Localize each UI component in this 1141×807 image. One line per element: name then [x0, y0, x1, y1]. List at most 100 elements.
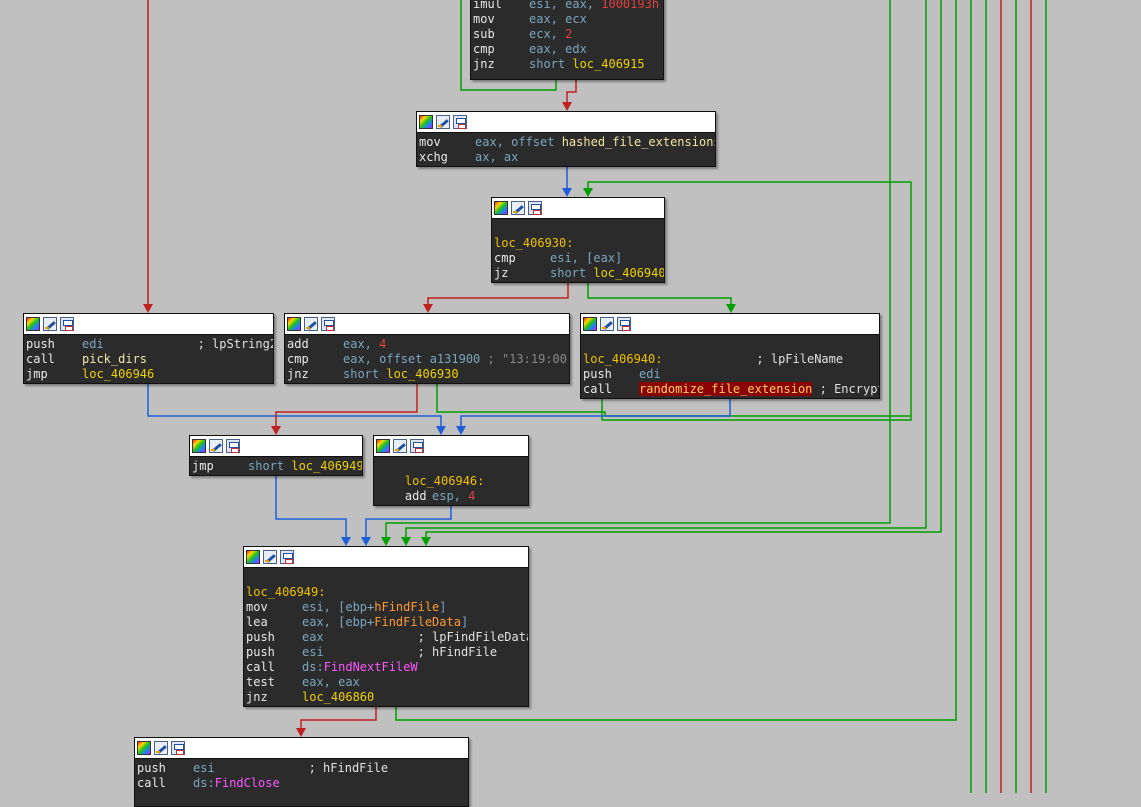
- asm-line[interactable]: [583, 337, 877, 352]
- asm-line[interactable]: call ds:FindNextFileW: [246, 660, 526, 675]
- asm-operand[interactable]: loc_406949: [291, 459, 362, 473]
- edge-n7-to-n9[interactable]: [275, 476, 347, 537]
- rename-icon[interactable]: [43, 317, 57, 331]
- graph-icon[interactable]: [617, 317, 631, 331]
- asm-line[interactable]: test eax, eax: [246, 675, 526, 690]
- asm-line[interactable]: loc_406930:: [494, 236, 662, 251]
- asm-line[interactable]: sub ecx, 2: [473, 27, 661, 42]
- asm-line[interactable]: push edi: [583, 367, 877, 382]
- asm-label[interactable]: loc_406930:: [494, 236, 573, 250]
- code-block-add-eax[interactable]: add eax, 4 cmp eax, offset a131900 ; "13:19…: [284, 313, 570, 384]
- asm-line[interactable]: xchg ax, ax: [419, 150, 713, 165]
- asm-line[interactable]: loc_406940: ; lpFileName: [583, 352, 877, 367]
- asm-line[interactable]: add eax, 4: [287, 337, 567, 352]
- asm-line[interactable]: [376, 459, 526, 474]
- graph-icon[interactable]: [60, 317, 74, 331]
- edge-arrowhead: [143, 304, 153, 313]
- rename-icon[interactable]: [511, 201, 525, 215]
- rename-icon[interactable]: [263, 550, 277, 564]
- rename-icon[interactable]: [393, 439, 407, 453]
- code-block-jmp-406949[interactable]: jmp short loc_406949: [189, 435, 363, 476]
- code-block-loc-406949[interactable]: loc_406949: mov esi, [ebp+hFindFile] lea eax…: [243, 546, 529, 707]
- asm-label[interactable]: loc_406949:: [246, 585, 325, 599]
- rename-icon[interactable]: [154, 741, 168, 755]
- palette-icon[interactable]: [287, 317, 301, 331]
- asm-line[interactable]: jmp loc_406946: [26, 367, 271, 382]
- code-block-imul[interactable]: imul esi, eax, 1000193h mov eax, ecx sub ecx,…: [470, 0, 664, 80]
- rename-icon[interactable]: [436, 115, 450, 129]
- asm-operand[interactable]: FindFileData: [374, 615, 461, 629]
- graph-icon[interactable]: [171, 741, 185, 755]
- asm-line[interactable]: mov eax, offset hashed_file_extensions: [419, 135, 715, 150]
- asm-line[interactable]: call randomize_file_extension ; Encrypt: [583, 382, 879, 397]
- rename-icon[interactable]: [600, 317, 614, 331]
- asm-line[interactable]: lea eax, [ebp+FindFileData]: [246, 615, 526, 630]
- code-block-hashed-extensions[interactable]: mov eax, offset hashed_file_extensions xch…: [416, 111, 716, 167]
- asm-line[interactable]: jnz short loc_406915: [473, 57, 661, 72]
- asm-line[interactable]: cmp esi, [eax]: [494, 251, 662, 266]
- graph-icon[interactable]: [528, 201, 542, 215]
- palette-icon[interactable]: [376, 439, 390, 453]
- asm-line[interactable]: jmp short loc_406949: [192, 459, 362, 474]
- palette-icon[interactable]: [583, 317, 597, 331]
- asm-operand[interactable]: loc_406940: [593, 266, 664, 280]
- palette-icon[interactable]: [137, 741, 151, 755]
- asm-operand[interactable]: loc_406915: [572, 57, 644, 71]
- code-block-loc-406940[interactable]: loc_406940: ; lpFileName push edi call rando…: [580, 313, 880, 399]
- graph-icon[interactable]: [453, 115, 467, 129]
- edge-n3-to-n5[interactable]: [427, 283, 569, 304]
- graph-icon[interactable]: [321, 317, 335, 331]
- asm-label[interactable]: loc_406940:: [583, 352, 662, 366]
- asm-label[interactable]: loc_406946:: [376, 474, 484, 488]
- palette-icon[interactable]: [246, 550, 260, 564]
- edge-n9-to-n10[interactable]: [300, 707, 377, 728]
- asm-line[interactable]: push esi ; hFindFile: [246, 645, 526, 660]
- asm-operand[interactable]: pick_dirs: [82, 352, 147, 366]
- asm-line[interactable]: add esp, 4: [376, 489, 526, 504]
- palette-icon[interactable]: [419, 115, 433, 129]
- asm-operand[interactable]: FindClose: [215, 776, 280, 790]
- asm-operand[interactable]: loc_406946: [82, 367, 154, 381]
- edge-n3-to-n6[interactable]: [587, 283, 732, 304]
- asm-line[interactable]: call ds:FindClose: [137, 776, 466, 791]
- asm-line[interactable]: jz short loc_406940: [494, 266, 664, 281]
- asm-line[interactable]: jnz short loc_406930: [287, 367, 567, 382]
- asm-operand[interactable]: loc_406930: [386, 367, 458, 381]
- asm-line[interactable]: cmp eax, offset a131900 ; "13:19:00": [287, 352, 569, 367]
- asm-line[interactable]: [246, 570, 526, 585]
- asm-line[interactable]: mov eax, ecx: [473, 12, 661, 27]
- edge-n5-to-n7[interactable]: [275, 384, 418, 426]
- asm-line[interactable]: [494, 221, 662, 236]
- graph-icon[interactable]: [280, 550, 294, 564]
- asm-operand[interactable]: randomize_file_extension: [639, 382, 813, 396]
- graph-icon[interactable]: [226, 439, 240, 453]
- asm-mnemonic: mov: [419, 135, 441, 149]
- asm-line[interactable]: jnz loc_406860: [246, 690, 526, 705]
- asm-operand[interactable]: hFindFile: [374, 600, 439, 614]
- palette-icon[interactable]: [192, 439, 206, 453]
- asm-line[interactable]: loc_406949:: [246, 585, 526, 600]
- code-block-loc-406946[interactable]: loc_406946: add esp, 4: [373, 435, 529, 506]
- code-block-loc-406930[interactable]: loc_406930: cmp esi, [eax] jz short loc_4069…: [491, 197, 665, 283]
- asm-operand[interactable]: FindNextFileW: [324, 660, 418, 674]
- rename-icon[interactable]: [304, 317, 318, 331]
- palette-icon[interactable]: [26, 317, 40, 331]
- asm-operand[interactable]: hashed_file_extensions: [562, 135, 715, 149]
- graph-icon[interactable]: [410, 439, 424, 453]
- code-block-findclose[interactable]: push esi ; hFindFile call ds:FindClose: [134, 737, 469, 807]
- asm-operand[interactable]: loc_406860: [302, 690, 374, 704]
- asm-line[interactable]: mov esi, [ebp+hFindFile]: [246, 600, 526, 615]
- asm-line[interactable]: call pick_dirs: [26, 352, 271, 367]
- asm-line[interactable]: push eax ; lpFindFileData: [246, 630, 528, 645]
- asm-line[interactable]: cmp eax, edx: [473, 42, 661, 57]
- palette-icon[interactable]: [494, 201, 508, 215]
- asm-line[interactable]: imul esi, eax, 1000193h: [473, 0, 661, 12]
- asm-line[interactable]: push esi ; hFindFile: [137, 761, 466, 776]
- code-block-pick-dirs[interactable]: push edi ; lpString2 call pick_dirs jmp loc_4…: [23, 313, 274, 384]
- rename-icon[interactable]: [209, 439, 223, 453]
- edge-n1-to-n2[interactable]: [566, 80, 577, 102]
- node-body: push esi ; hFindFile call ds:FindClose: [135, 759, 468, 791]
- asm-line[interactable]: loc_406946:: [376, 474, 526, 489]
- asm-line[interactable]: push edi ; lpString2: [26, 337, 273, 352]
- edge-n4-to-n8[interactable]: [147, 384, 442, 426]
